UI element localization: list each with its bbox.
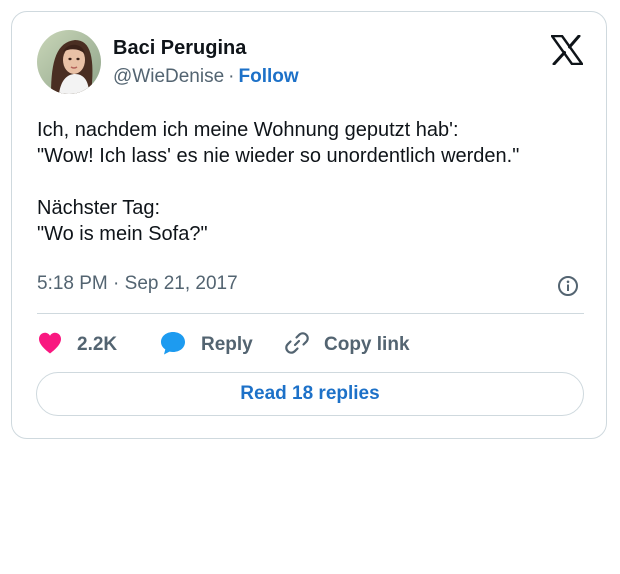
tweet-text-line: "Wo is mein Sofa?" — [37, 223, 208, 245]
like-count: 2.2K — [77, 334, 118, 355]
reply-bubble-icon — [159, 330, 187, 361]
info-icon[interactable] — [557, 275, 579, 297]
author-name[interactable]: Baci Perugina — [113, 37, 246, 60]
tweet-text-line: "Wow! Ich lass' es nie wieder so unorden… — [37, 145, 520, 167]
tweet-text-line: Ich, nachdem ich meine Wohnung geputzt h… — [37, 119, 459, 141]
author-handle[interactable]: @WieDenise — [113, 66, 224, 87]
follow-button[interactable]: Follow — [238, 66, 298, 87]
reply-label: Reply — [201, 334, 253, 355]
tweet-text: Ich, nachdem ich meine Wohnung geputzt h… — [37, 117, 587, 247]
tweet-card: Baci Perugina @WieDenise · Follow Ich, nac… — [11, 11, 607, 439]
heart-icon — [37, 331, 63, 360]
like-button[interactable]: 2.2K — [37, 330, 117, 360]
copy-link-button[interactable]: Copy link — [284, 330, 410, 360]
tweet-timestamp[interactable]: 5:18 PM · Sep 21, 2017 — [37, 273, 238, 295]
avatar-image — [37, 30, 101, 94]
separator-dot: · — [228, 66, 235, 87]
link-icon — [284, 330, 310, 361]
copy-link-label: Copy link — [324, 334, 410, 355]
author-handle-row: @WieDenise · Follow — [113, 66, 299, 88]
x-logo-icon[interactable] — [550, 34, 584, 66]
avatar[interactable] — [37, 30, 101, 94]
reply-button[interactable]: Reply — [159, 330, 253, 360]
tweet-text-line: Nächster Tag: — [37, 197, 161, 219]
divider — [37, 313, 584, 314]
read-replies-button[interactable]: Read 18 replies — [36, 372, 584, 416]
